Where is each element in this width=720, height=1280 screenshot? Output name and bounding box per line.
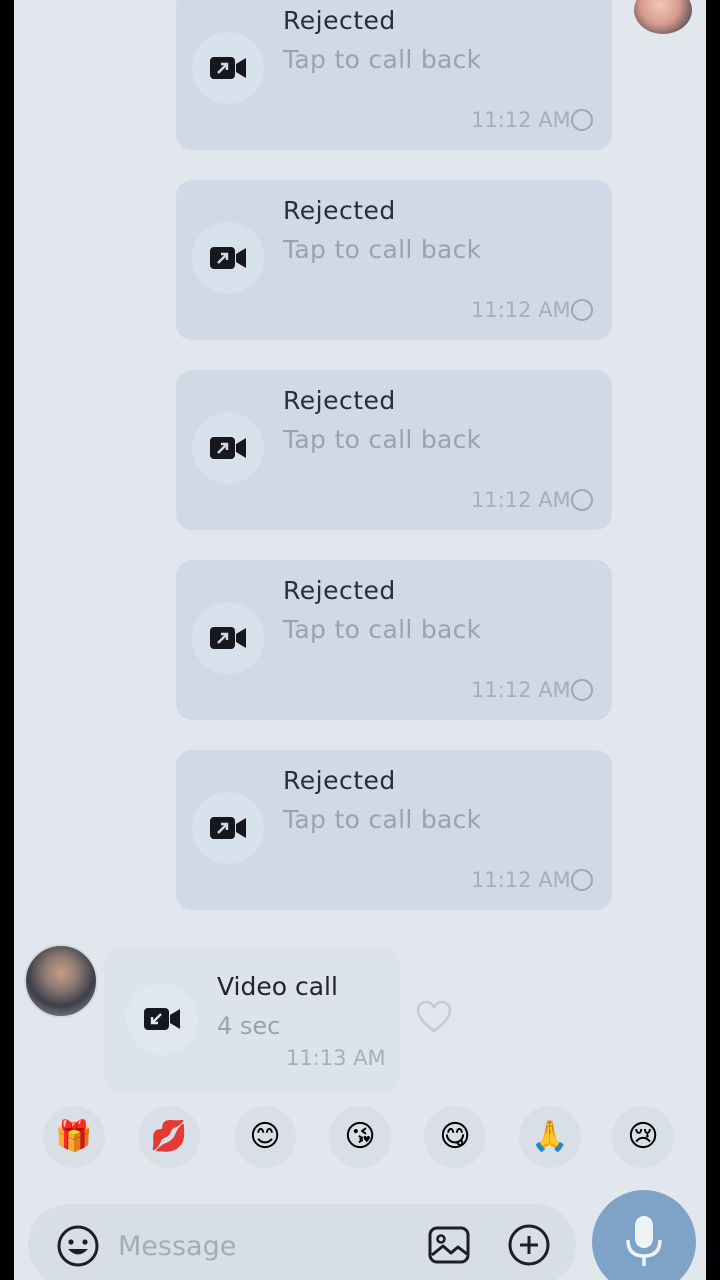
- call-status: Rejected: [283, 6, 396, 35]
- call-back-link[interactable]: Tap to call back: [283, 615, 481, 644]
- call-message[interactable]: Rejected Tap to call back 11:12 AM: [176, 370, 612, 530]
- call-message[interactable]: Rejected Tap to call back 11:12 AM: [176, 0, 612, 150]
- crying-face-icon[interactable]: 😢: [612, 1106, 674, 1168]
- call-status: Rejected: [283, 766, 396, 795]
- folded-hands-icon[interactable]: 🙏: [519, 1106, 581, 1168]
- message-time: 11:12 AM: [471, 298, 571, 322]
- lips-icon[interactable]: 💋: [138, 1106, 200, 1168]
- message-time: 11:12 AM: [471, 108, 571, 132]
- video-call-icon: [192, 412, 264, 484]
- message-time: 11:13 AM: [286, 1046, 386, 1070]
- gallery-icon[interactable]: [426, 1222, 472, 1268]
- call-back-link[interactable]: Tap to call back: [283, 45, 481, 74]
- kissing-face-icon[interactable]: 😘: [329, 1106, 391, 1168]
- microphone-icon: [626, 1216, 662, 1266]
- call-duration: 4 sec: [217, 1012, 281, 1040]
- call-message[interactable]: Rejected Tap to call back 11:12 AM: [176, 560, 612, 720]
- call-back-link[interactable]: Tap to call back: [283, 805, 481, 834]
- call-type: Video call: [217, 972, 338, 1001]
- call-message[interactable]: Rejected Tap to call back 11:12 AM: [176, 750, 612, 910]
- chat-screen: Rejected Tap to call back 11:12 AM Rejec…: [14, 0, 706, 1280]
- message-time: 11:12 AM: [471, 678, 571, 702]
- heart-icon[interactable]: [416, 1000, 452, 1034]
- message-time: 11:12 AM: [471, 868, 571, 892]
- video-call-icon: [192, 792, 264, 864]
- sender-avatar[interactable]: [24, 944, 98, 1018]
- emoji-icon[interactable]: [56, 1224, 100, 1268]
- message-composer: [28, 1204, 576, 1280]
- call-back-link[interactable]: Tap to call back: [283, 235, 481, 264]
- contact-avatar[interactable]: [634, 0, 692, 34]
- call-status: Rejected: [283, 576, 396, 605]
- delivery-status-icon: [571, 489, 593, 511]
- message-time: 11:12 AM: [471, 488, 571, 512]
- delivery-status-icon: [571, 299, 593, 321]
- call-message[interactable]: Rejected Tap to call back 11:12 AM: [176, 180, 612, 340]
- smiling-face-icon[interactable]: 😊: [234, 1106, 296, 1168]
- microphone-button[interactable]: [592, 1190, 696, 1280]
- delivery-status-icon: [571, 679, 593, 701]
- delivery-status-icon: [571, 109, 593, 131]
- message-input[interactable]: [118, 1226, 418, 1266]
- incoming-call-message[interactable]: Video call 4 sec 11:13 AM: [104, 946, 400, 1092]
- video-call-icon: [192, 602, 264, 674]
- call-status: Rejected: [283, 386, 396, 415]
- delivery-status-icon: [571, 869, 593, 891]
- incoming-video-call-icon: [126, 983, 198, 1055]
- add-attachment-icon[interactable]: [506, 1222, 552, 1268]
- yum-face-icon[interactable]: 😋: [424, 1106, 486, 1168]
- gift-box-icon[interactable]: 🎁: [43, 1106, 105, 1168]
- quick-reactions-bar: 🎁 💋 😊 😘 😋 🙏 😢: [14, 1106, 706, 1170]
- video-call-icon: [192, 222, 264, 294]
- call-back-link[interactable]: Tap to call back: [283, 425, 481, 454]
- video-call-icon: [192, 32, 264, 104]
- call-status: Rejected: [283, 196, 396, 225]
